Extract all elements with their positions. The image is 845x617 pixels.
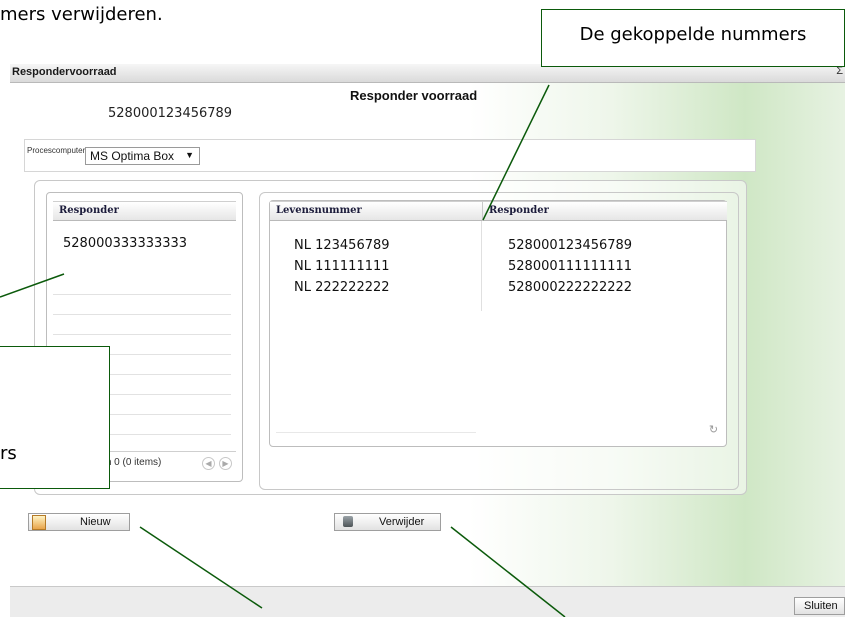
callout-left: rs [0, 346, 110, 489]
callout-linked-numbers: De gekoppelde nummers [541, 9, 845, 67]
annotation-lines [0, 84, 566, 617]
callout-left-text: rs [0, 443, 17, 464]
